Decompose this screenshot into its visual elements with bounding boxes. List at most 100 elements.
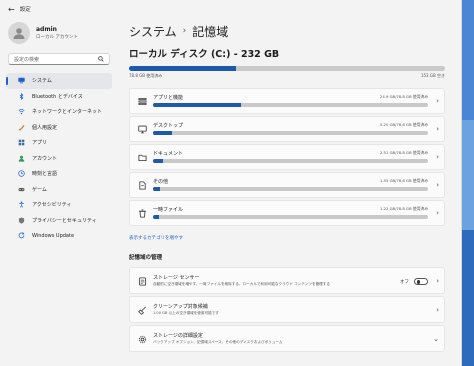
storage-management-title: 記憶域の管理 [129,255,163,261]
category-usage-text: 1.55 GB/78.8 GB 使用済み [379,178,428,183]
gear-icon [138,335,147,344]
sidebar: admin ローカル アカウント 設定の検索 システム Bluetooth とデバ… [0,18,118,366]
user-profile[interactable]: admin ローカル アカウント [0,18,118,48]
category-list: アプリと機能 24.9 GB/78.8 GB 使用済み › デスクトップ 5.20 GB… [129,88,445,226]
advanced-storage-title: ストレージの詳細設定 [153,333,203,339]
category-usage-fill [153,187,160,191]
search-input[interactable]: 設定の検索 [8,53,110,65]
breadcrumb-parent[interactable]: システム [129,23,177,40]
sidebar-item-0[interactable]: システム [6,73,112,89]
category-usage-bar [153,131,428,135]
category-usage-fill [153,159,163,163]
category-usage-bar [153,187,428,191]
sidebar-item-6[interactable]: 時刻と言語 [6,166,112,182]
main-content: システム › 記憶域 ローカル ディスク (C:) - 232 GB 78.8 … [122,18,449,366]
advanced-storage-desc: バックアップ オプション、記憶域スペース、その他のディスクおよびボリューム [153,340,283,344]
sidebar-item-label: 時刻と言語 [32,171,58,178]
sidebar-item-label: ネットワークとインターネット [32,109,103,116]
update-icon [18,232,25,239]
sidebar-item-label: アプリ [32,140,48,147]
storage-category-row[interactable]: アプリと機能 24.9 GB/78.8 GB 使用済み › [129,88,445,114]
sidebar-item-7[interactable]: ゲーム [6,182,112,198]
accessibility-icon [19,201,24,208]
disk-free-label: 153 GB 空き [420,73,445,78]
back-arrow-icon[interactable]: ← [8,5,15,14]
storage-sense-icon [138,277,147,286]
sidebar-item-2[interactable]: ネットワークとインターネット [6,104,112,120]
chevron-right-icon: › [436,209,439,217]
storage-management-list: ストレージ センサー 自動的に空き領域を増やす、一時ファイルを削除する、ローカル… [129,267,445,352]
system-icon [18,77,25,84]
category-usage-fill [153,103,241,107]
bluetooth-icon [19,92,24,100]
storage-category-row[interactable]: デスクトップ 5.20 GB/78.8 GB 使用済み › [129,116,445,142]
toggle-knob [416,280,420,284]
apps-list-icon [138,97,147,106]
storage-sense-toggle[interactable] [414,278,428,285]
user-icon [13,28,25,39]
desktop-background-edge [462,0,474,366]
category-usage-bar [153,103,428,107]
storage-sense-row[interactable]: ストレージ センサー 自動的に空き領域を増やす、一時ファイルを削除する、ローカル… [129,267,445,294]
storage-category-row[interactable]: 一時ファイル 1.22 GB/78.8 GB 使用済み › [129,200,445,226]
sidebar-item-4[interactable]: アプリ [6,135,112,151]
chevron-right-icon: › [436,277,439,285]
category-usage-fill [153,215,159,219]
network-icon [18,109,25,115]
sidebar-item-8[interactable]: アクセシビリティ [6,197,112,213]
category-label: その他 [153,179,169,185]
sidebar-item-9[interactable]: プライバシーとセキュリティ [6,213,112,229]
time-language-icon [18,170,25,177]
disk-title: ローカル ディスク (C:) - 232 GB [129,49,280,60]
sidebar-item-5[interactable]: アカウント [6,151,112,167]
disk-labels: 78.8 GB 使用済み 153 GB 空き [129,73,445,79]
advanced-storage-settings-row[interactable]: ストレージの詳細設定 バックアップ オプション、記憶域スペース、その他のディスク… [129,325,445,352]
disk-usage-fill [129,66,237,71]
shield-icon [18,217,25,224]
storage-category-row[interactable]: その他 1.55 GB/78.8 GB 使用済み › [129,172,445,198]
category-usage-fill [153,131,173,135]
disk-used-label: 78.8 GB 使用済み [129,73,163,78]
sidebar-item-label: Bluetooth とデバイス [32,93,83,100]
sidebar-nav: システム Bluetooth とデバイスネットワークとインターネット個人用設定アプ… [0,73,118,244]
user-name: admin [36,26,57,33]
account-icon [18,155,25,162]
disk-usage-bar [129,66,445,71]
sidebar-item-label: プライバシーとセキュリティ [32,217,97,224]
category-usage-bar [153,215,428,219]
chevron-right-icon: › [436,306,439,314]
game-icon [18,187,25,191]
documents-icon [138,154,147,162]
category-usage-text: 5.20 GB/78.8 GB 使用済み [379,122,428,127]
category-label: デスクトップ [153,123,184,129]
title-bar: ← 設定 [0,0,461,18]
search-icon [98,56,104,62]
category-label: 一時ファイル [153,207,184,213]
storage-category-row[interactable]: ドキュメント 2.51 GB/78.8 GB 使用済み › [129,144,445,170]
category-usage-bar [153,159,428,163]
category-usage-text: 2.51 GB/78.8 GB 使用済み [379,150,428,155]
window-title: 設定 [19,7,31,13]
sidebar-item-label: システム [32,78,52,85]
storage-sense-title: ストレージ センサー [153,275,200,281]
broom-icon [138,306,146,315]
trash-icon [139,209,146,218]
cleanup-desc: 1.00 GB 以上の空き領域を使用可能です [153,311,219,315]
sidebar-item-label: アカウント [32,155,58,162]
settings-window: ← 設定 admin ローカル アカウント 設定の検索 システム Bluetoot… [0,0,462,366]
chevron-right-icon: › [436,125,439,133]
show-more-categories-link[interactable]: 表示するカテゴリを増やす [129,235,449,241]
breadcrumb-separator: › [182,26,187,36]
desktop-icon [138,125,147,134]
breadcrumb: システム › 記憶域 [122,18,449,44]
cleanup-recommendations-row[interactable]: クリーンアップ対象候補 1.00 GB 以上の空き領域を使用可能です › [129,296,445,323]
storage-sense-state: オフ [400,279,409,285]
sidebar-item-10[interactable]: Windows Update [6,228,112,244]
apps-icon [18,139,25,146]
storage-sense-toggle-group: オフ [400,278,428,285]
sidebar-item-1[interactable]: Bluetooth とデバイス [6,89,112,105]
page-title: 記憶域 [192,24,229,39]
brush-icon [18,124,25,131]
chevron-down-icon[interactable]: ⌄ [433,335,439,343]
sidebar-item-3[interactable]: 個人用設定 [6,120,112,136]
